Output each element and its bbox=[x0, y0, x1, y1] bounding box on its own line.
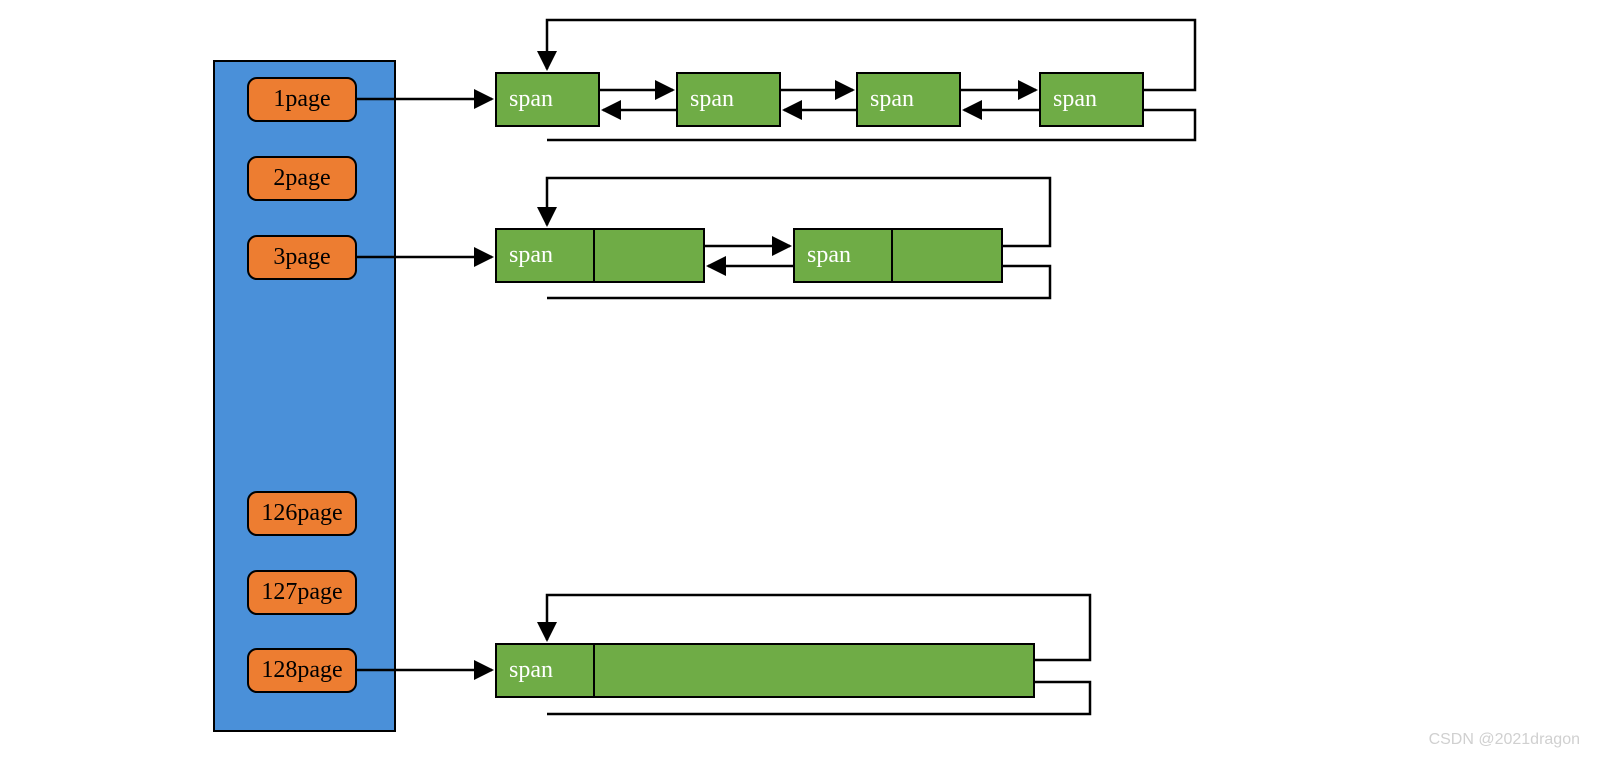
watermark: CSDN @2021dragon bbox=[1429, 731, 1580, 749]
page-bucket-1: 1page bbox=[247, 77, 357, 122]
page-bucket-2: 2page bbox=[247, 156, 357, 201]
span-label: span bbox=[1053, 86, 1097, 113]
span-label: span bbox=[870, 86, 914, 113]
span-node: span bbox=[495, 643, 1035, 698]
bucket-label: 3page bbox=[273, 244, 330, 271]
diagram-root: 1page 2page 3page 126page 127page 128pag… bbox=[0, 0, 1600, 761]
page-bucket-126: 126page bbox=[247, 491, 357, 536]
bucket-label: 126page bbox=[261, 500, 342, 527]
span-node: span bbox=[1039, 72, 1144, 127]
page-bucket-127: 127page bbox=[247, 570, 357, 615]
span-label: span bbox=[509, 657, 553, 684]
span-label: span bbox=[509, 242, 553, 269]
span-node: span bbox=[793, 228, 1003, 283]
page-bucket-3: 3page bbox=[247, 235, 357, 280]
watermark-text: CSDN @2021dragon bbox=[1429, 731, 1580, 748]
span-label: span bbox=[690, 86, 734, 113]
span-node: span bbox=[495, 72, 600, 127]
bucket-label: 2page bbox=[273, 165, 330, 192]
page-bucket-128: 128page bbox=[247, 648, 357, 693]
bucket-label: 1page bbox=[273, 86, 330, 113]
span-label: span bbox=[509, 86, 553, 113]
span-node: span bbox=[495, 228, 705, 283]
bucket-label: 127page bbox=[261, 579, 342, 606]
span-node: span bbox=[676, 72, 781, 127]
span-node: span bbox=[856, 72, 961, 127]
span-label: span bbox=[807, 242, 851, 269]
bucket-label: 128page bbox=[261, 657, 342, 684]
